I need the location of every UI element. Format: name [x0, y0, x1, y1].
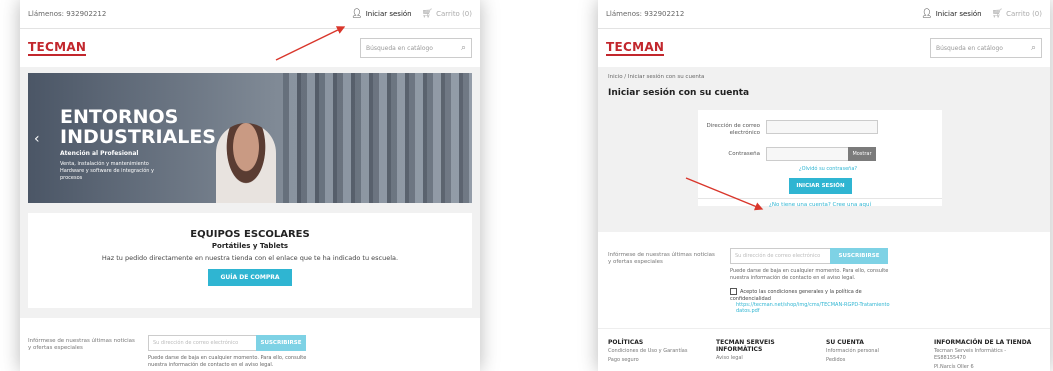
footer-link[interactable]: Pago seguro: [608, 357, 713, 364]
cart-link[interactable]: 🛒︎ Carrito (0): [991, 8, 1042, 19]
newsletter-email-input[interactable]: Su dirección de correo electrónico: [148, 335, 260, 351]
footer-store-info: INFORMACIÓN DE LA TIENDA Tecman Serveis …: [934, 339, 1039, 371]
banner-title-line1: ENTORNOS: [60, 106, 179, 128]
subscribe-button[interactable]: SUSCRIBIRSE: [830, 248, 888, 264]
sign-in-button[interactable]: INICIAR SESIÓN: [789, 178, 852, 194]
privacy-pdf-link[interactable]: https://tecman.net/shop/img/cms/TECMAN-R…: [736, 302, 906, 314]
login-label: Iniciar sesión: [935, 10, 982, 18]
search-input[interactable]: Búsqueda en catálogo ⌕: [360, 38, 472, 58]
page-title: Iniciar sesión con su cuenta: [608, 88, 750, 98]
newsletter-label: Infórmese de nuestras últimas noticias y…: [28, 338, 135, 351]
top-bar-actions: 👤︎ Iniciar sesión 🛒︎ Carrito (0): [921, 8, 1042, 19]
footer-link[interactable]: Información personal: [826, 348, 931, 355]
user-icon: 👤︎: [351, 8, 363, 19]
password-field[interactable]: [766, 147, 850, 161]
login-link[interactable]: 👤︎ Iniciar sesión: [921, 8, 982, 19]
newsletter-section: Infórmese de nuestras últimas noticias y…: [598, 232, 1050, 324]
newsletter-note: Puede darse de baja en cualquier momento…: [148, 355, 307, 368]
purchase-guide-button[interactable]: GUÍA DE COMPRA: [208, 269, 292, 286]
consent-checkbox[interactable]: [730, 288, 737, 295]
forgot-password-link[interactable]: ¿Olvidó su contraseña?: [778, 166, 878, 172]
consent-checkbox-row[interactable]: Acepto las condiciones generales y la po…: [730, 288, 900, 303]
footer: POLÍTICAS Condiciones de Uso y Garantías…: [598, 328, 1050, 371]
newsletter-label: Infórmese de nuestras últimas noticias y…: [608, 252, 715, 265]
home-page-screenshot: Llámenos: 932902212 👤︎ Iniciar sesión 🛒︎…: [20, 0, 480, 371]
newsletter-section: Infórmese de nuestras últimas noticias y…: [20, 318, 480, 371]
search-placeholder: Búsqueda en catálogo: [936, 44, 1003, 52]
create-account-link[interactable]: ¿No tiene una cuenta? Cree una aquí: [698, 198, 942, 208]
banner-machinery-image: [283, 73, 472, 203]
top-bar: Llámenos: 932902212 👤︎ Iniciar sesión 🛒︎…: [598, 0, 1050, 29]
chevron-left-icon[interactable]: ‹: [34, 131, 40, 147]
header: TECMAN Búsqueda en catálogo ⌕: [598, 29, 1050, 68]
footer-heading: TECMAN SERVEIS INFORMÀTICS: [716, 339, 775, 353]
subscribe-button[interactable]: SUSCRIBIRSE: [256, 335, 306, 351]
footer-account: SU CUENTA Información personal Pedidos: [826, 339, 931, 364]
search-input[interactable]: Búsqueda en catálogo ⌕: [930, 38, 1042, 58]
footer-link[interactable]: Condiciones de Uso y Garantías: [608, 348, 713, 355]
footer-company: TECMAN SERVEIS INFORMÀTICS Aviso legal: [716, 339, 821, 362]
newsletter-note: Puede darse de baja en cualquier momento…: [730, 268, 889, 281]
banner-subtitle: Atención al Profesional: [60, 150, 139, 157]
footer-link[interactable]: Pedidos: [826, 357, 931, 364]
search-icon[interactable]: ⌕: [1031, 43, 1036, 53]
user-icon: 👤︎: [921, 8, 933, 19]
login-page-screenshot: Llámenos: 932902212 👤︎ Iniciar sesión 🛒︎…: [598, 0, 1050, 371]
footer-text: Pl.Narcís Oller 6: [934, 364, 974, 370]
banner-description: Venta, instalación y mantenimiento Hardw…: [60, 161, 154, 181]
banner-title: ENTORNOS INDUSTRIALES: [60, 107, 216, 147]
breadcrumb[interactable]: Inicio / Iniciar sesión con su cuenta: [608, 74, 704, 80]
newsletter-email-input[interactable]: Su dirección de correo electrónico: [730, 248, 832, 264]
footer-heading: SU CUENTA: [826, 339, 864, 346]
email-label: Dirección de correo electrónico: [706, 123, 760, 136]
footer-heading: INFORMACIÓN DE LA TIENDA: [934, 339, 1032, 346]
top-bar: Llámenos: 932902212 👤︎ Iniciar sesión 🛒︎…: [20, 0, 480, 29]
search-placeholder: Búsqueda en catálogo: [366, 44, 433, 52]
show-password-button[interactable]: Mostrar: [848, 147, 876, 161]
promo-title: EQUIPOS ESCOLARES: [190, 229, 310, 240]
promo-subtitle: Portátiles y Tablets: [211, 242, 289, 250]
footer-policies: POLÍTICAS Condiciones de Uso y Garantías…: [608, 339, 713, 364]
banner-title-line2: INDUSTRIALES: [60, 126, 216, 148]
login-label: Iniciar sesión: [365, 10, 412, 18]
footer-link[interactable]: Aviso legal: [716, 355, 821, 362]
consent-label: Acepto las condiciones generales y la po…: [730, 289, 862, 302]
search-icon[interactable]: ⌕: [461, 43, 466, 53]
login-link[interactable]: 👤︎ Iniciar sesión: [351, 8, 412, 19]
hero-banner[interactable]: ‹ ENTORNOS INDUSTRIALES Atención al Prof…: [28, 73, 472, 203]
school-promo: EQUIPOS ESCOLARES Portátiles y Tablets H…: [28, 213, 472, 308]
login-form: Dirección de correo electrónico Contrase…: [698, 110, 942, 208]
tecman-logo[interactable]: TECMAN: [606, 40, 665, 56]
cart-label: Carrito (0): [1006, 10, 1042, 18]
footer-heading: POLÍTICAS: [608, 339, 644, 346]
password-label: Contraseña: [728, 151, 760, 157]
phone-text: Llámenos: 932902212: [28, 10, 107, 18]
cart-label: Carrito (0): [436, 10, 472, 18]
cart-link[interactable]: 🛒︎ Carrito (0): [421, 8, 472, 19]
email-field[interactable]: [766, 120, 878, 134]
phone-text: Llámenos: 932902212: [606, 10, 685, 18]
top-bar-actions: 👤︎ Iniciar sesión 🛒︎ Carrito (0): [351, 8, 472, 19]
banner-person-image: [216, 123, 276, 203]
cart-icon: 🛒︎: [991, 8, 1004, 19]
footer-text: Tecman Serveis Informàtics - ES88155470: [934, 348, 1007, 361]
cart-icon: 🛒︎: [421, 8, 434, 19]
promo-text: Haz tu pedido directamente en nuestra ti…: [101, 254, 399, 262]
tecman-logo[interactable]: TECMAN: [28, 40, 87, 56]
header: TECMAN Búsqueda en catálogo ⌕: [20, 29, 480, 68]
